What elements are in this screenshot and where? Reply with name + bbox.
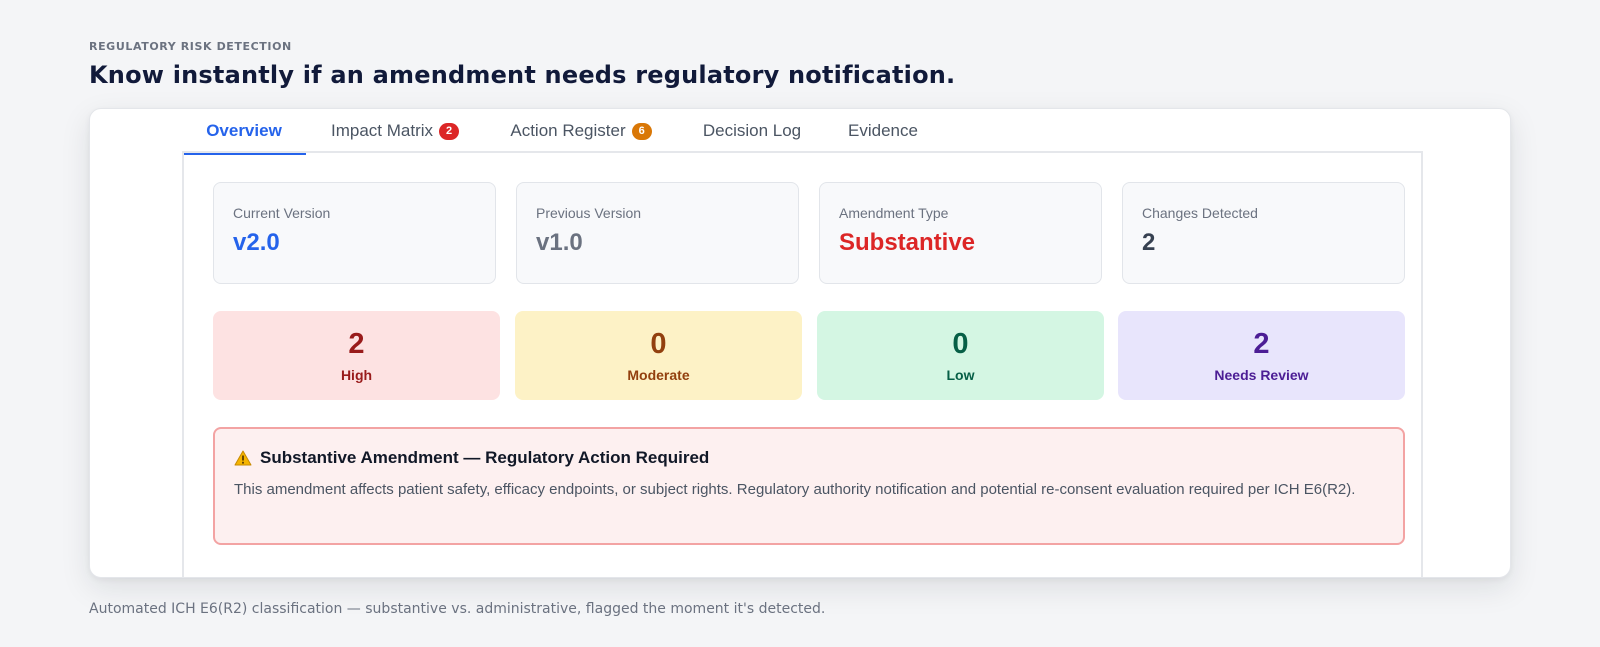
- stat-previous-version: Previous Version v1.0: [516, 182, 799, 284]
- page-title: Know instantly if an amendment needs reg…: [89, 61, 956, 89]
- overview-panel: Current Version v2.0 Previous Version v1…: [182, 153, 1423, 577]
- severity-label: Needs Review: [1214, 367, 1309, 383]
- severity-label: Moderate: [627, 367, 690, 383]
- tab-label: Evidence: [848, 121, 918, 140]
- severity-low-card[interactable]: 0 Low: [817, 311, 1104, 400]
- screenshot-frame: Overview Impact Matrix 2 Action Register…: [89, 108, 1511, 578]
- app-panel: Overview Impact Matrix 2 Action Register…: [182, 109, 1423, 577]
- count-badge: 6: [631, 122, 652, 140]
- alert-title-row: Substantive Amendment — Regulatory Actio…: [234, 448, 1403, 468]
- tab-label: Action Register: [510, 121, 626, 140]
- stat-value: Substantive: [839, 229, 976, 256]
- stat-value: v1.0: [536, 229, 583, 256]
- severity-needs-review-card[interactable]: 2 Needs Review: [1118, 311, 1405, 400]
- tab-decision-log[interactable]: Decision Log: [678, 109, 826, 153]
- severity-high-card[interactable]: 2 High: [213, 311, 500, 400]
- severity-count: 2: [348, 328, 365, 360]
- stat-current-version: Current Version v2.0: [213, 182, 496, 284]
- tab-impact-matrix[interactable]: Impact Matrix 2: [306, 109, 484, 153]
- substantive-amendment-alert: Substantive Amendment — Regulatory Actio…: [213, 427, 1405, 545]
- section-caption: Automated ICH E6(R2) classification — su…: [89, 601, 826, 617]
- count-badge: 2: [439, 122, 460, 140]
- tab-evidence[interactable]: Evidence: [826, 109, 940, 153]
- tab-bar: Overview Impact Matrix 2 Action Register…: [182, 109, 1423, 155]
- stat-changes-detected: Changes Detected 2: [1122, 182, 1405, 284]
- tab-label: Decision Log: [702, 121, 802, 140]
- severity-moderate-card[interactable]: 0 Moderate: [515, 311, 802, 400]
- severity-count: 0: [650, 328, 667, 360]
- severity-label: Low: [946, 367, 975, 383]
- alert-body: This amendment affects patient safety, e…: [234, 481, 1356, 498]
- severity-count: 2: [1253, 328, 1270, 360]
- severity-label: High: [340, 367, 373, 383]
- tab-label: Impact Matrix: [330, 121, 434, 140]
- stat-amendment-type: Amendment Type Substantive: [819, 182, 1102, 284]
- severity-count: 0: [952, 328, 969, 360]
- stat-value: 2: [1142, 229, 1156, 256]
- stat-label: Changes Detected: [1142, 205, 1258, 221]
- stat-label: Current Version: [233, 205, 331, 221]
- tab-label: Overview: [206, 121, 282, 140]
- stat-label: Amendment Type: [839, 205, 949, 221]
- alert-title: Substantive Amendment — Regulatory Actio…: [260, 448, 710, 467]
- stat-label: Previous Version: [536, 205, 642, 221]
- stat-value: v2.0: [233, 229, 280, 256]
- tab-action-register[interactable]: Action Register 6: [484, 109, 678, 153]
- warning-icon: [234, 450, 252, 466]
- tab-overview[interactable]: Overview: [182, 109, 306, 155]
- section-eyebrow: REGULATORY RISK DETECTION: [89, 40, 292, 53]
